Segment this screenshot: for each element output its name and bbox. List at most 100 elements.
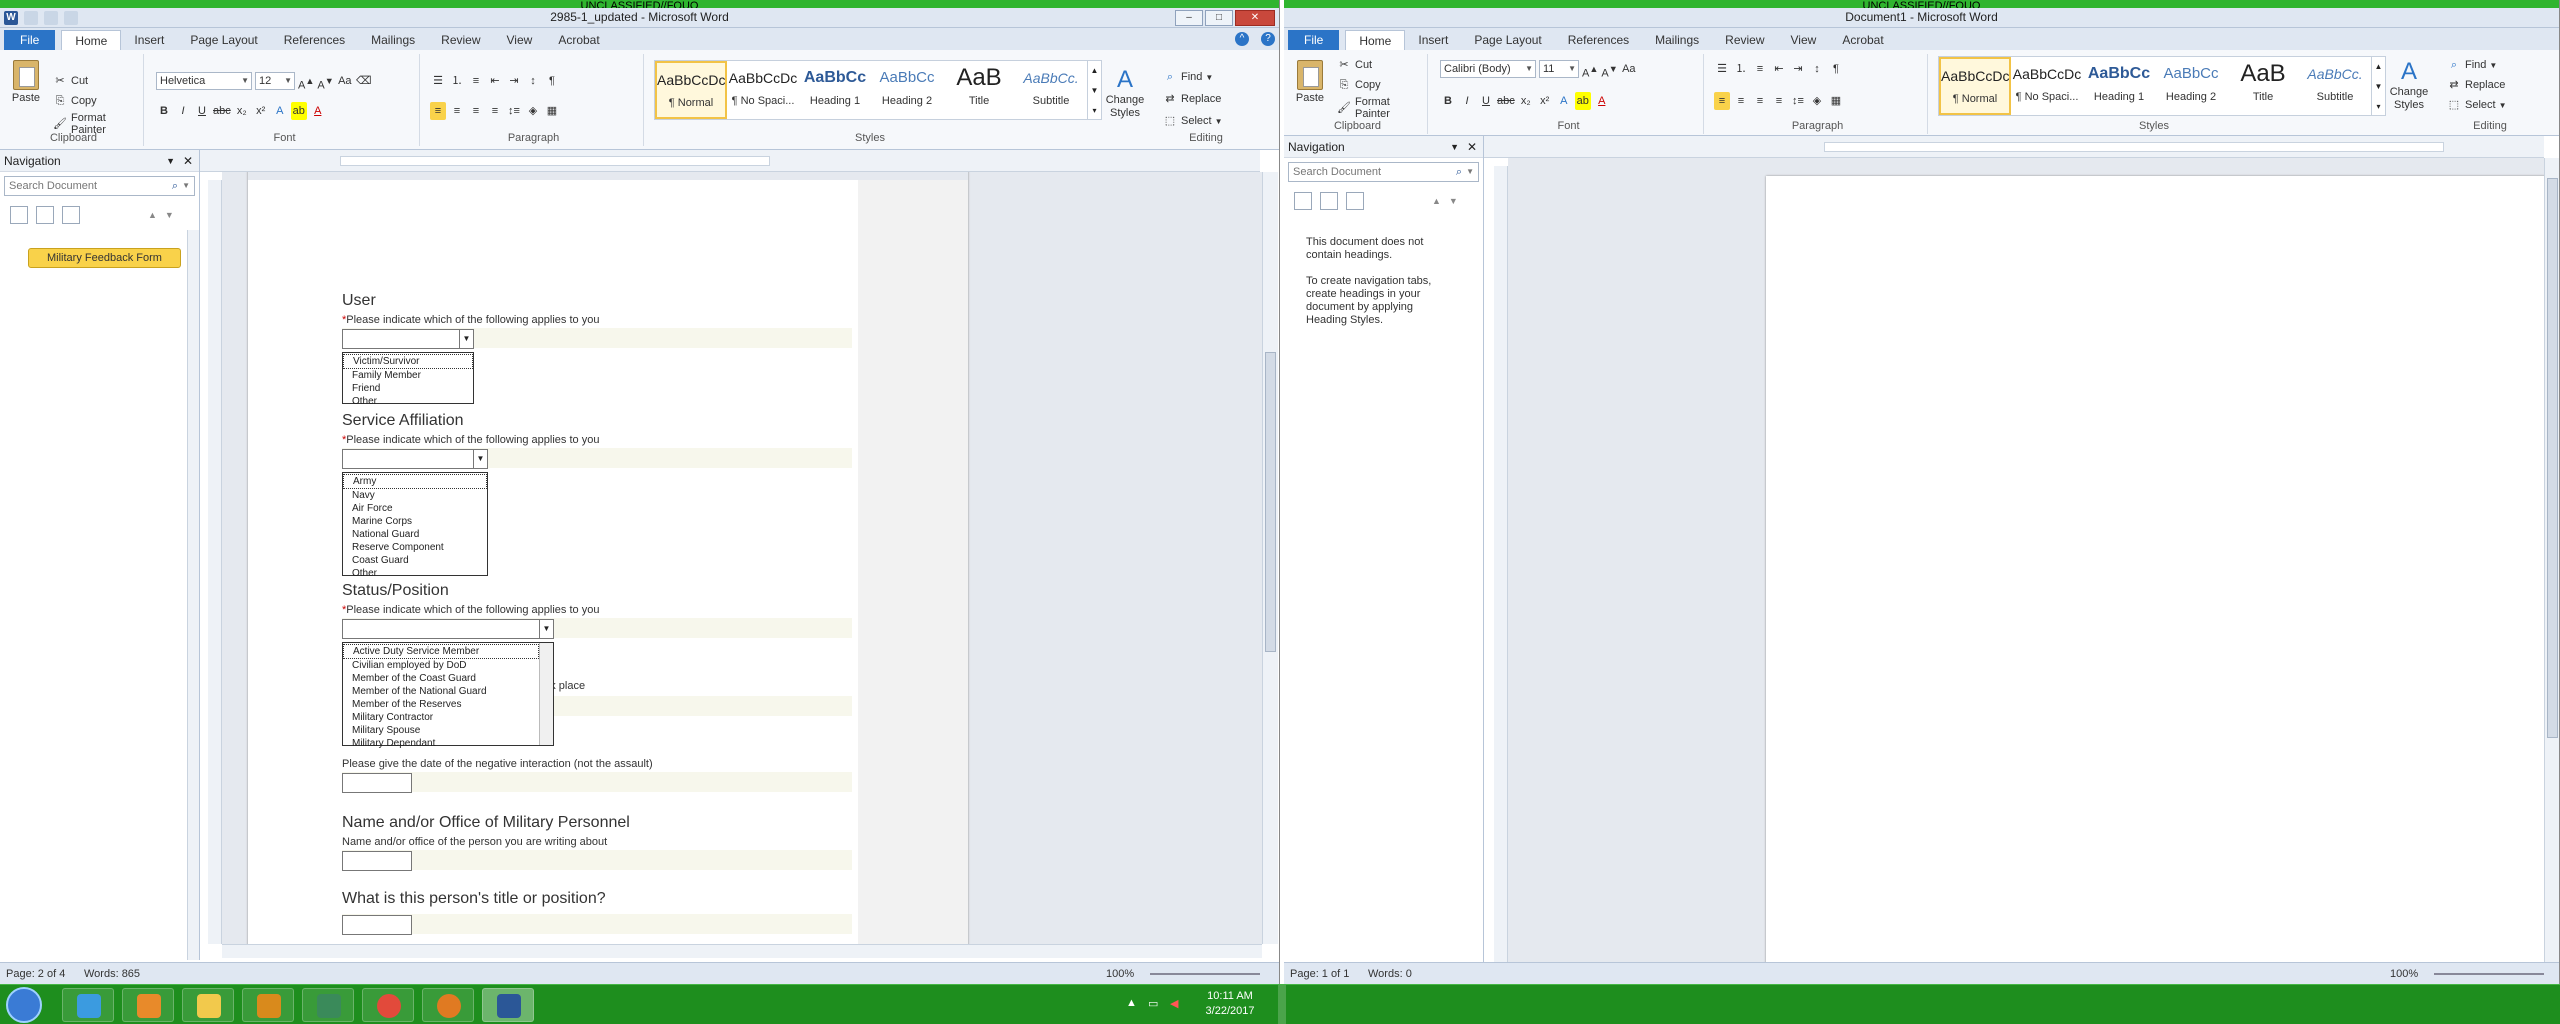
- font-color-button[interactable]: A: [310, 102, 326, 120]
- tab-acrobat[interactable]: Acrobat: [1829, 30, 1896, 50]
- style-heading-2[interactable]: AaBbCc Heading 2: [871, 61, 943, 119]
- list-item[interactable]: Military Dependant: [343, 737, 539, 750]
- style-subtitle[interactable]: AaBbCc. Subtitle: [2299, 57, 2371, 115]
- horizontal-scrollbar[interactable]: [222, 944, 1262, 958]
- style-heading-2[interactable]: AaBbCc Heading 2: [2155, 57, 2227, 115]
- list-item[interactable]: Active Duty Service Member: [343, 644, 539, 659]
- list-item[interactable]: Other: [343, 567, 487, 580]
- zoom-slider[interactable]: [1150, 973, 1260, 975]
- font-name-combo[interactable]: Calibri (Body) ▼: [1440, 60, 1536, 78]
- nav-scrollbar[interactable]: [187, 230, 199, 960]
- tab-home[interactable]: Home: [61, 30, 122, 50]
- show-marks-button[interactable]: ¶: [544, 72, 560, 90]
- media-player-button[interactable]: [122, 988, 174, 1022]
- bold-button[interactable]: B: [156, 102, 172, 120]
- name-field[interactable]: [342, 851, 412, 871]
- zoom-level[interactable]: 100%: [2390, 963, 2418, 984]
- maximize-button[interactable]: □: [1205, 10, 1233, 26]
- chevron-down-icon[interactable]: ▼: [539, 620, 553, 638]
- superscript-button[interactable]: x²: [253, 102, 269, 120]
- project-button[interactable]: [302, 988, 354, 1022]
- tab-view[interactable]: View: [494, 30, 546, 50]
- paste-button[interactable]: Paste: [6, 60, 46, 105]
- styles-more-button[interactable]: ▲ ▼ ▾: [1087, 61, 1101, 119]
- justify-button[interactable]: ≡: [1771, 92, 1787, 110]
- zoom-slider[interactable]: [2434, 973, 2544, 975]
- status-options-list[interactable]: Active Duty Service Member Civilian empl…: [342, 642, 554, 749]
- clear-format-button[interactable]: ⌫: [356, 72, 372, 90]
- browse-results-tab[interactable]: [1346, 192, 1364, 210]
- change-case-button[interactable]: Aa: [337, 72, 353, 90]
- line-spacing-button[interactable]: ↕≡: [1790, 92, 1806, 110]
- sort-button[interactable]: ↕: [525, 72, 541, 90]
- shrink-font-button[interactable]: A▼: [1601, 60, 1617, 80]
- browse-results-tab[interactable]: [62, 206, 80, 224]
- align-right-button[interactable]: ≡: [1752, 92, 1768, 110]
- list-item[interactable]: Civilian employed by DoD: [343, 659, 539, 672]
- list-item[interactable]: Air Force: [343, 502, 487, 515]
- page-count[interactable]: Page: 1 of 1: [1290, 963, 1349, 984]
- vertical-scrollbar[interactable]: [1262, 172, 1278, 944]
- styles-more-button[interactable]: ▲ ▼ ▾: [2371, 57, 2385, 115]
- search-icon[interactable]: ⌕: [1456, 163, 1462, 181]
- pane-options-icon[interactable]: ▼: [166, 150, 175, 172]
- replace-button[interactable]: Replace: [2465, 79, 2505, 91]
- highlight-button[interactable]: ab: [290, 102, 307, 120]
- decrease-indent-button[interactable]: ⇤: [1771, 60, 1787, 78]
- borders-button[interactable]: ▦: [544, 102, 560, 120]
- shading-button[interactable]: ◈: [1809, 92, 1825, 110]
- bold-button[interactable]: B: [1440, 92, 1456, 110]
- volume-icon[interactable]: ◀: [1170, 997, 1178, 1010]
- subscript-button[interactable]: x₂: [1518, 92, 1534, 110]
- align-center-button[interactable]: ≡: [449, 102, 465, 120]
- style-heading-1[interactable]: AaBbCc Heading 1: [799, 61, 871, 119]
- tab-acrobat[interactable]: Acrobat: [545, 30, 612, 50]
- shading-button[interactable]: ◈: [525, 102, 541, 120]
- underline-button[interactable]: U: [194, 102, 210, 120]
- tab-file[interactable]: File: [1288, 30, 1340, 50]
- minimize-ribbon-icon[interactable]: ^: [1235, 32, 1249, 46]
- tab-insert[interactable]: Insert: [121, 30, 177, 50]
- close-pane-icon[interactable]: ✕: [183, 150, 193, 172]
- show-hidden-icons[interactable]: ▲: [1126, 997, 1137, 1009]
- list-item[interactable]: Military Contractor: [343, 711, 539, 724]
- align-right-button[interactable]: ≡: [468, 102, 484, 120]
- select-button[interactable]: Select: [1181, 115, 1212, 127]
- list-item[interactable]: Member of the Coast Guard: [343, 672, 539, 685]
- change-styles-button[interactable]: A Change Styles: [2384, 58, 2434, 112]
- style-no-spacing[interactable]: AaBbCcDc ¶ No Spaci...: [727, 61, 799, 119]
- line-spacing-button[interactable]: ↕≡: [506, 102, 522, 120]
- search-document-input[interactable]: Search Document ⌕ ▼: [1288, 162, 1479, 182]
- copy-button[interactable]: Copy: [1355, 79, 1381, 91]
- list-item[interactable]: National Guard: [343, 528, 487, 541]
- format-painter-button[interactable]: Format Painter: [1355, 96, 1427, 120]
- tab-review[interactable]: Review: [1712, 30, 1777, 50]
- style-subtitle[interactable]: AaBbCc. Subtitle: [1015, 61, 1087, 119]
- bullets-button[interactable]: ☰: [430, 72, 446, 90]
- shrink-font-button[interactable]: A▼: [317, 72, 333, 92]
- increase-indent-button[interactable]: ⇥: [506, 72, 522, 90]
- multilevel-button[interactable]: ≡: [468, 72, 484, 90]
- font-color-button[interactable]: A: [1594, 92, 1610, 110]
- search-options-icon[interactable]: ▼: [1466, 163, 1474, 181]
- style-normal[interactable]: AaBbCcDc ¶ Normal: [655, 61, 727, 119]
- start-button[interactable]: [6, 987, 42, 1023]
- status-dropdown[interactable]: ▼: [342, 619, 554, 639]
- help-icon[interactable]: ?: [1261, 32, 1275, 46]
- search-icon[interactable]: ⌕: [172, 177, 178, 195]
- list-scrollbar[interactable]: [539, 643, 553, 745]
- underline-button[interactable]: U: [1478, 92, 1494, 110]
- multilevel-button[interactable]: ≡: [1752, 60, 1768, 78]
- align-left-button[interactable]: ≡: [1714, 92, 1730, 110]
- grow-font-button[interactable]: A▲: [1582, 60, 1598, 80]
- zoom-level[interactable]: 100%: [1106, 963, 1134, 984]
- browse-pages-tab[interactable]: [1320, 192, 1338, 210]
- tab-mailings[interactable]: Mailings: [358, 30, 428, 50]
- list-item[interactable]: Victim/Survivor: [343, 354, 473, 369]
- replace-button[interactable]: Replace: [1181, 93, 1221, 105]
- chevron-down-icon[interactable]: ▼: [473, 450, 487, 468]
- close-pane-icon[interactable]: ✕: [1467, 136, 1477, 158]
- system-clock[interactable]: 10:11 AM 3/22/2017: [1190, 989, 1270, 1019]
- grow-font-button[interactable]: A▲: [298, 72, 314, 92]
- outlook-button[interactable]: [242, 988, 294, 1022]
